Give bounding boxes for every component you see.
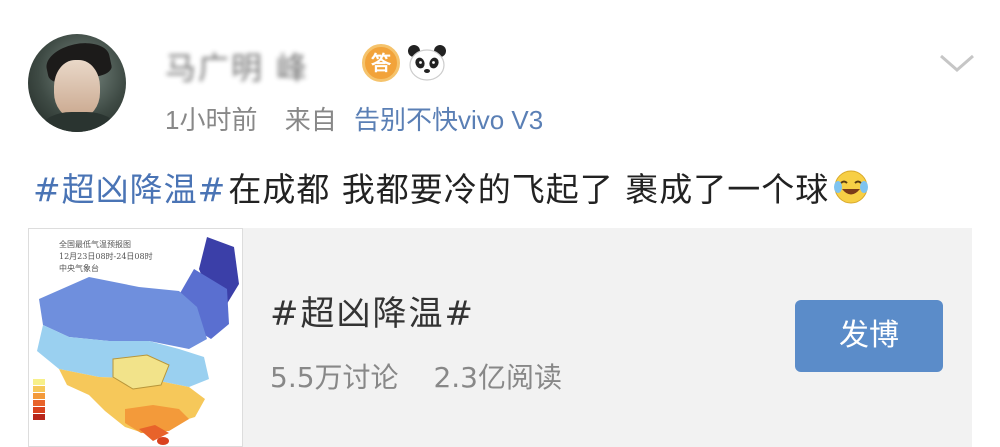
laugh-cry-emoji-icon [834,170,869,204]
username-text[interactable]: 马广明 峰 [165,43,309,88]
topic-title[interactable]: #超凶降温# [270,286,475,335]
post-text: #超凶降温# 在成都 我都要冷的飞起了 裹成了一个球 [33,163,869,211]
map-caption: 全国最低气温预报图 12月23日08时-24日08时 中央气象台 [59,239,153,275]
map-caption-title: 全国最低气温预报图 [59,240,131,249]
post-button[interactable]: 发博 [795,300,943,372]
panda-icon[interactable] [406,42,448,84]
avatar-face [54,60,100,118]
chevron-down-icon[interactable] [932,42,982,82]
device-link[interactable]: 告别不快vivo V3 [354,105,543,135]
username[interactable]: 马广明 峰 [165,43,355,88]
topic-card[interactable]: 全国最低气温预报图 12月23日08时-24日08时 中央气象台 #超凶降温# … [28,228,972,447]
topic-stats: 5.5万讨论 2.3亿阅读 [270,356,562,396]
map-caption-date: 12月23日08时-24日08时 [59,252,153,261]
post-meta: 1小时前 来自 告别不快vivo V3 [165,100,543,137]
hashtag-link[interactable]: #超凶降温# [33,163,226,211]
answer-badge-icon[interactable]: 答 [362,44,400,82]
map-caption-source: 中央气象台 [59,264,99,273]
avatar-collar [42,112,116,132]
read-count: 2.3亿阅读 [433,361,562,394]
discussion-count: 5.5万讨论 [270,361,399,394]
timestamp: 1小时前 [165,105,258,135]
avatar[interactable] [28,34,126,132]
source-label: 来自 [284,105,337,135]
post-body: 在成都 我都要冷的飞起了 裹成了一个球 [228,170,830,209]
temperature-map-thumbnail: 全国最低气温预报图 12月23日08时-24日08时 中央气象台 [28,228,243,447]
